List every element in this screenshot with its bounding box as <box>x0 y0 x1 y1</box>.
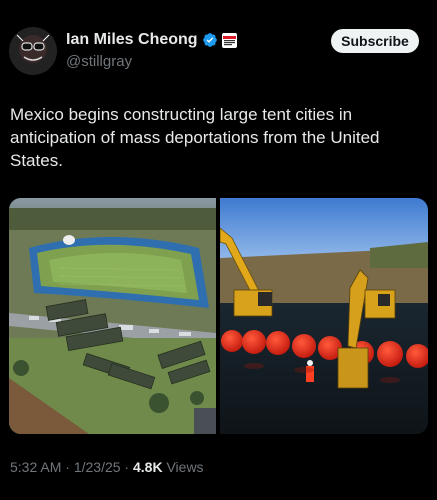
tweet-date[interactable]: 1/23/25 <box>74 459 121 475</box>
author-name-row: Ian Miles Cheong <box>66 31 237 49</box>
author-handle[interactable]: @stillgray <box>66 53 132 70</box>
author-name[interactable]: Ian Miles Cheong <box>66 31 198 49</box>
meta-separator: · <box>61 459 74 475</box>
river-buoy-barrier-photo[interactable] <box>220 198 428 434</box>
tweet-meta: 5:32 AM · 1/23/25 · 4.8K Views <box>10 459 204 475</box>
verified-badge-icon[interactable] <box>202 32 218 48</box>
tent-city-aerial-photo[interactable] <box>9 198 216 434</box>
avatar[interactable] <box>9 27 57 75</box>
tweet-time[interactable]: 5:32 AM <box>10 459 61 475</box>
meta-separator: · <box>120 459 133 475</box>
avatar-image <box>9 27 57 75</box>
subscribe-button[interactable]: Subscribe <box>331 29 419 53</box>
affiliate-badge-icon[interactable] <box>221 32 237 48</box>
views-label: Views <box>162 459 204 475</box>
tweet-media[interactable] <box>9 198 428 434</box>
tweet-text: Mexico begins constructing large tent ci… <box>10 105 380 170</box>
views-count[interactable]: 4.8K <box>133 459 163 475</box>
